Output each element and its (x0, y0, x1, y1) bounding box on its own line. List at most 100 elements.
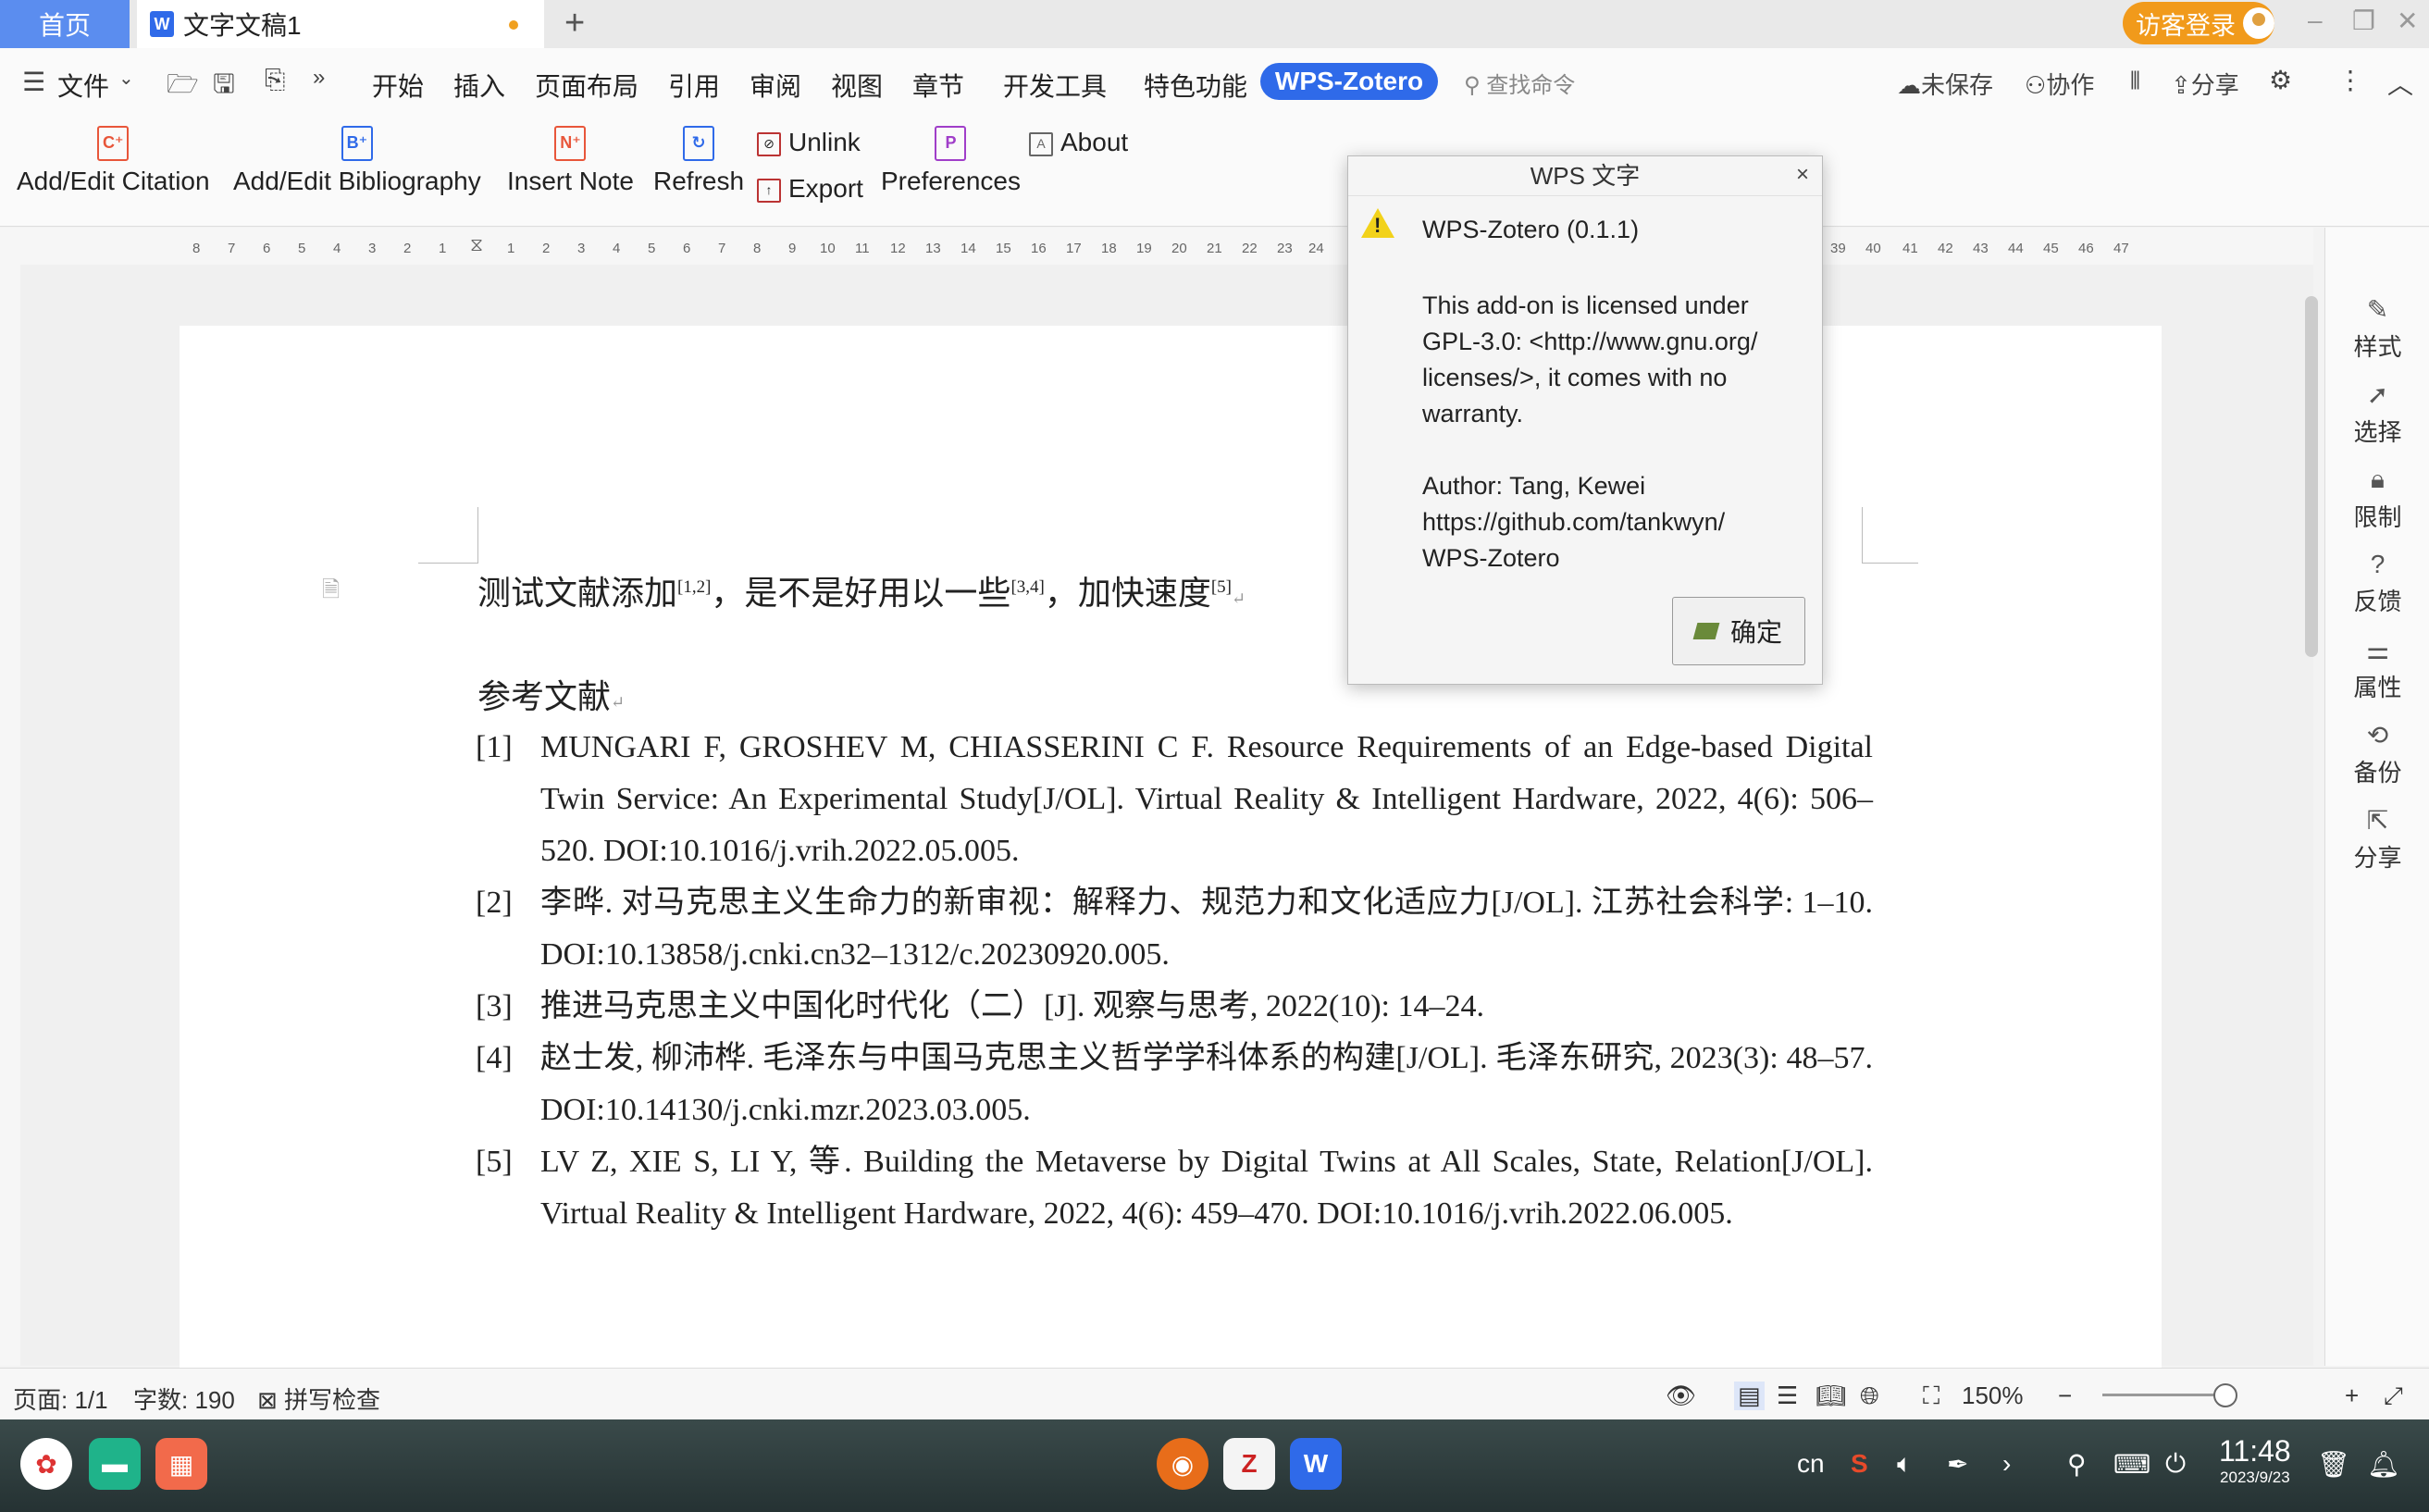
vertical-scrollbar[interactable] (2302, 268, 2321, 1360)
zoom-slider[interactable] (2102, 1394, 2232, 1396)
menu-developer[interactable]: 开发工具 (1003, 67, 1107, 104)
pen-tray-icon[interactable]: ✒ (1947, 1449, 1968, 1480)
export-pdf-icon[interactable]: ⎘ (265, 65, 285, 95)
minimize-icon[interactable]: – (2308, 6, 2323, 35)
menu-page-layout[interactable]: 页面布局 (535, 67, 638, 104)
sidebar-feedback[interactable]: ? 反馈 (2325, 550, 2429, 617)
zoom-in-button[interactable]: + (2345, 1382, 2359, 1410)
save-icon[interactable]: 🖫 (213, 65, 235, 109)
menu-file[interactable]: 文件 (57, 67, 109, 104)
firefox-icon[interactable]: ◉ (1157, 1438, 1208, 1490)
hamburger-icon[interactable]: ☰ (22, 67, 45, 97)
sidebar-select[interactable]: ➚ 选择 (2325, 379, 2429, 448)
eye-protect-icon[interactable]: 👁︎ (1666, 1382, 1696, 1410)
menu-chapter[interactable]: 章节 (912, 67, 964, 104)
reference-entry[interactable]: [1] MUNGARI F, GROSHEV M, CHIASSERINI C … (476, 722, 1873, 877)
zoom-level[interactable]: 150% (1962, 1382, 2024, 1410)
dialog-ok-button[interactable]: 确定 (1672, 597, 1805, 665)
citation-marker[interactable]: [3,4] (1010, 577, 1044, 597)
unlink-button[interactable]: ⊘ Unlink (757, 128, 861, 157)
zoom-slider-knob[interactable] (2213, 1383, 2237, 1407)
more-chevron-icon[interactable]: » (313, 65, 325, 91)
sidebar-properties[interactable]: ⚌ 属性 (2325, 635, 2429, 703)
horizontal-ruler[interactable]: 8 7 6 5 4 3 2 1 ⧖ 1 2 3 4 5 6 7 8 9 10 1… (0, 228, 2313, 266)
sogou-input-icon[interactable]: S (1851, 1449, 1868, 1479)
expand-tray-icon[interactable]: › (2002, 1449, 2011, 1479)
paragraph-handle-icon[interactable]: 🗎 (322, 574, 340, 612)
collapse-ribbon-icon[interactable]: ︿ (2387, 65, 2413, 102)
search-command[interactable]: ⚲ 查找命令 (1464, 67, 1575, 99)
menu-references[interactable]: 引用 (668, 67, 720, 104)
web-view-icon[interactable]: 🌐︎ (1860, 1382, 1879, 1411)
reference-entry[interactable]: [3] 推进马克思主义中国化时代化（二）[J]. 观察与思考, 2022(10)… (476, 981, 1873, 1033)
about-button[interactable]: A About (1029, 128, 1128, 157)
reference-entry[interactable]: [4] 赵士发, 柳沛桦. 毛泽东与中国马克思主义哲学学科体系的构建[J/OL]… (476, 1033, 1873, 1136)
clock[interactable]: 11:48 2023/9/23 (2219, 1434, 2291, 1487)
bibliography-icon: B⁺ (341, 126, 373, 161)
sidebar-restrict[interactable]: 🔒︎ 限制 (2325, 465, 2429, 533)
bibliography[interactable]: [1] MUNGARI F, GROSHEV M, CHIASSERINI C … (476, 722, 1873, 1240)
sidebar-style[interactable]: ✎ 样式 (2325, 294, 2429, 363)
menu-review[interactable]: 审阅 (750, 67, 801, 104)
read-view-icon[interactable]: 📖︎ (1816, 1382, 1846, 1410)
insert-note-button[interactable]: N⁺ Insert Note (507, 126, 634, 196)
add-edit-citation-button[interactable]: C⁺ Add/Edit Citation (17, 126, 210, 196)
app-grid-icon[interactable]: ▦ (155, 1438, 207, 1490)
menu-insert[interactable]: 插入 (453, 67, 505, 104)
tab-document[interactable]: W 文字文稿1 (137, 0, 544, 48)
dialog-close-button[interactable]: × (1796, 162, 1809, 188)
vertical-ruler[interactable] (0, 265, 21, 1366)
keyboard-icon[interactable]: ⌨ (2113, 1449, 2150, 1480)
zotero-icon[interactable]: Z (1223, 1438, 1275, 1490)
sidebar-share[interactable]: ⇱ 分享 (2325, 805, 2429, 874)
cloud-unsaved-button[interactable]: ☁未保存 (1897, 67, 1993, 101)
close-window-icon[interactable]: ✕ (2397, 6, 2418, 36)
chevron-down-icon[interactable]: ⌄ (118, 67, 134, 90)
warning-icon (1361, 208, 1394, 238)
more-vertical-icon[interactable]: ⋮ (2337, 65, 2363, 95)
reference-entry[interactable]: [5] LV Z, XIE S, LI Y, 等. Building the M… (476, 1136, 1873, 1240)
guest-login-button[interactable]: 访客登录 (2123, 2, 2274, 44)
fullscreen-icon[interactable]: ⤢ (2384, 1382, 2403, 1411)
export-label: Export (788, 174, 863, 203)
menu-view[interactable]: 视图 (831, 67, 883, 104)
menu-wps-zotero[interactable]: WPS-Zotero (1260, 63, 1438, 100)
launcher-icon[interactable]: ✿ (20, 1438, 72, 1490)
menu-special[interactable]: 特色功能 (1144, 67, 1247, 104)
open-folder-icon[interactable]: 🗁 (167, 65, 199, 109)
share-button[interactable]: ⇪分享 (2171, 67, 2239, 101)
page-view-icon[interactable]: ▤ (1734, 1382, 1765, 1410)
trash-icon[interactable]: 🗑︎ (2317, 1449, 2350, 1480)
file-manager-icon[interactable]: ▬ (89, 1438, 141, 1490)
volume-icon[interactable]: 🔈︎ (1897, 1449, 1913, 1480)
indent-marker-icon[interactable]: ⧖ (470, 235, 483, 256)
search-taskbar-icon[interactable]: ⚲ (2067, 1449, 2087, 1480)
collaborate-button[interactable]: ⚇协作 (2025, 67, 2094, 101)
outline-view-icon[interactable]: ☰ (1777, 1382, 1798, 1410)
sidebar-backup[interactable]: ⟲ 备份 (2325, 720, 2429, 788)
menu-start[interactable]: 开始 (372, 67, 424, 104)
page-indicator[interactable]: 页面: 1/1 (13, 1382, 108, 1416)
preferences-button[interactable]: P Preferences (881, 126, 1021, 196)
word-count[interactable]: 字数: 190 (133, 1382, 235, 1416)
power-icon[interactable]: ⏻ (2165, 1449, 2186, 1480)
spell-check-button[interactable]: ⊠ 拼写检查 (257, 1382, 380, 1416)
notification-bell-icon[interactable]: 🔔︎ (2367, 1449, 2400, 1480)
export-button[interactable]: ↑ Export (757, 174, 863, 204)
scrollbar-thumb[interactable] (2305, 296, 2318, 657)
settings-gear-icon[interactable]: ⚙ (2269, 65, 2292, 95)
citation-marker[interactable]: [5] (1211, 577, 1232, 597)
input-language[interactable]: cn (1797, 1449, 1825, 1479)
fit-page-icon[interactable]: ⛶ (1923, 1382, 1939, 1411)
chart-icon[interactable]: ⫴ (2130, 67, 2140, 96)
reference-entry[interactable]: [2] 李晔. 对马克思主义生命力的新审视：解释力、规范力和文化适应力[J/OL… (476, 877, 1873, 981)
restore-icon[interactable]: ❐ (2352, 6, 2375, 36)
tab-home[interactable]: 首页 (0, 0, 130, 48)
add-edit-bibliography-button[interactable]: B⁺ Add/Edit Bibliography (233, 126, 481, 196)
references-heading[interactable]: 参考文献↵ (477, 670, 625, 718)
zoom-out-button[interactable]: − (2058, 1382, 2072, 1410)
citation-marker[interactable]: [1,2] (677, 577, 711, 597)
refresh-button[interactable]: ↻ Refresh (653, 126, 744, 196)
wps-writer-taskbar-icon[interactable]: W (1290, 1438, 1342, 1490)
new-tab-button[interactable]: + (564, 4, 585, 43)
